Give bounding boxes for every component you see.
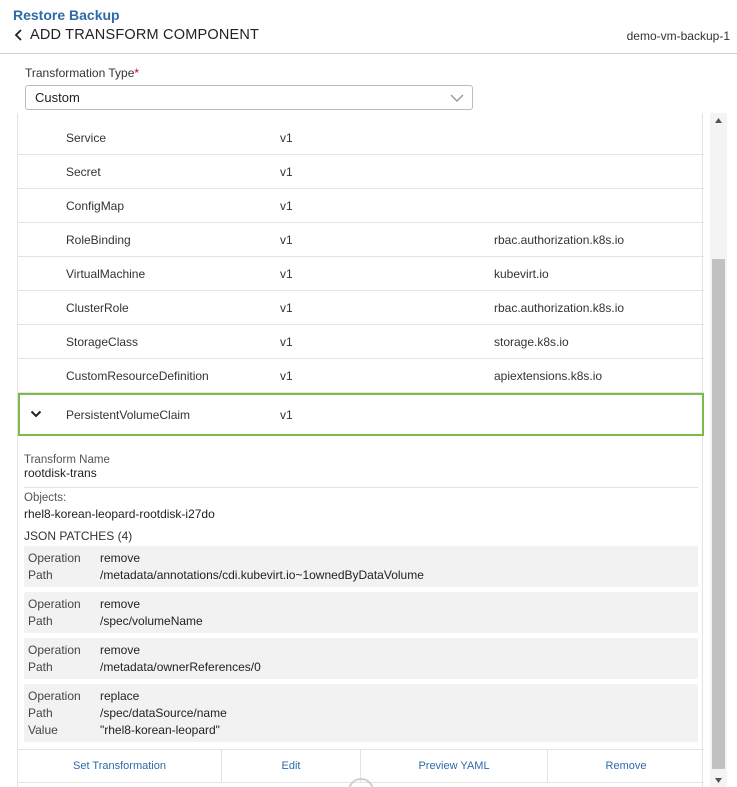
path-label: Path: [28, 660, 53, 674]
resource-kind: StorageClass: [66, 334, 139, 349]
transformation-type-label-text: Transformation Type: [25, 66, 135, 80]
backup-name: demo-vm-backup-1: [626, 29, 730, 43]
operation-label: Operation: [28, 689, 81, 703]
json-patch-item: Operation remove Path /metadata/annotati…: [24, 546, 698, 587]
resource-version: v1: [280, 130, 293, 145]
resource-row[interactable]: ClusterRole v1 rbac.authorization.k8s.io: [18, 291, 704, 325]
divider: [24, 487, 698, 488]
resource-panel: Service v1 Secret v1 ConfigMap v1 RoleBi…: [17, 113, 704, 787]
resource-row[interactable]: StorageClass v1 storage.k8s.io: [18, 325, 704, 359]
vertical-scrollbar[interactable]: [710, 113, 727, 787]
operation-value: remove: [100, 551, 141, 565]
page-header: Restore Backup ADD TRANSFORM COMPONENT d…: [0, 0, 737, 54]
transformation-type-label: Transformation Type*: [25, 66, 139, 80]
resource-version: v1: [280, 266, 293, 281]
resource-version: v1: [280, 198, 293, 213]
path-label: Path: [28, 706, 53, 720]
resource-group: apiextensions.k8s.io: [494, 368, 603, 383]
chevron-down-icon: [450, 92, 464, 104]
resource-version: v1: [280, 232, 293, 247]
path-label: Path: [28, 614, 53, 628]
path-value: /metadata/annotations/cdi.kubevirt.io~1o…: [100, 568, 424, 582]
transform-name-label: Transform Name: [24, 454, 110, 466]
resource-version: v1: [280, 407, 293, 422]
chevron-left-icon[interactable]: [11, 27, 25, 43]
json-patch-item: Operation replace Path /spec/dataSource/…: [24, 684, 698, 742]
resource-kind: VirtualMachine: [66, 266, 146, 281]
page-title: ADD TRANSFORM COMPONENT: [30, 27, 260, 43]
objects-value: rhel8-korean-leopard-rootdisk-i27do: [24, 507, 215, 521]
breadcrumb-restore-backup[interactable]: Restore Backup: [13, 7, 120, 23]
scroll-area[interactable]: Service v1 Secret v1 ConfigMap v1 RoleBi…: [0, 113, 737, 787]
path-value: /metadata/ownerReferences/0: [100, 660, 261, 674]
json-patch-item: Operation remove Path /spec/volumeName: [24, 592, 698, 633]
transformation-type-select[interactable]: Custom: [25, 85, 473, 110]
operation-value: replace: [100, 689, 140, 703]
resource-group: rbac.authorization.k8s.io: [494, 300, 625, 315]
operation-label: Operation: [28, 643, 81, 657]
resource-kind: Secret: [66, 164, 101, 179]
transform-name-value: rootdisk-trans: [24, 466, 97, 480]
value-label: Value: [28, 723, 58, 737]
edit-button[interactable]: Edit: [222, 750, 361, 782]
title-row: ADD TRANSFORM COMPONENT: [11, 27, 259, 43]
operation-value: remove: [100, 597, 141, 611]
resource-row[interactable]: VirtualMachine v1 kubevirt.io: [18, 257, 704, 291]
resource-row[interactable]: Service v1: [18, 121, 704, 155]
scrollbar-thumb[interactable]: [712, 259, 725, 769]
resource-version: v1: [280, 300, 293, 315]
resource-row[interactable]: Secret v1: [18, 155, 704, 189]
required-mark: *: [134, 66, 140, 80]
json-patches-label: JSON PATCHES (4): [24, 529, 133, 543]
resource-kind: Service: [66, 130, 107, 145]
path-value: /spec/dataSource/name: [100, 706, 227, 720]
resource-kind: ClusterRole: [66, 300, 129, 315]
scroll-down-arrow-icon[interactable]: [710, 773, 727, 787]
resource-kind: CustomResourceDefinition: [66, 368, 209, 383]
operation-label: Operation: [28, 551, 81, 565]
chevron-down-icon[interactable]: [30, 408, 42, 420]
scroll-up-arrow-icon[interactable]: [710, 113, 727, 127]
operation-value: remove: [100, 643, 141, 657]
json-patch-item: Operation remove Path /metadata/ownerRef…: [24, 638, 698, 679]
path-value: /spec/volumeName: [100, 614, 203, 628]
resource-group: rbac.authorization.k8s.io: [494, 232, 625, 247]
resource-kind: RoleBinding: [66, 232, 131, 247]
value-value: "rhel8-korean-leopard": [100, 723, 220, 737]
resource-row[interactable]: CustomResourceDefinition v1 apiextension…: [18, 359, 704, 393]
path-label: Path: [28, 568, 53, 582]
resource-group: storage.k8s.io: [494, 334, 569, 349]
resource-kind: ConfigMap: [66, 198, 125, 213]
resource-version: v1: [280, 334, 293, 349]
remove-button[interactable]: Remove: [548, 750, 704, 782]
set-transformation-button[interactable]: Set Transformation: [18, 750, 222, 782]
resource-row[interactable]: RoleBinding v1 rbac.authorization.k8s.io: [18, 223, 704, 257]
transform-name-block: Transform Name rootdisk-trans: [24, 454, 698, 480]
resource-version: v1: [280, 368, 293, 383]
resource-group: kubevirt.io: [494, 266, 549, 281]
resource-row[interactable]: ConfigMap v1: [18, 189, 704, 223]
preview-yaml-button[interactable]: Preview YAML: [361, 750, 548, 782]
resource-kind: PersistentVolumeClaim: [66, 407, 191, 422]
resource-version: v1: [280, 164, 293, 179]
objects-label: Objects:: [24, 492, 67, 504]
transformation-type-value: Custom: [35, 90, 80, 105]
resource-row-selected[interactable]: PersistentVolumeClaim v1: [18, 393, 704, 436]
objects-block: Objects: rhel8-korean-leopard-rootdisk-i…: [24, 492, 698, 521]
operation-label: Operation: [28, 597, 81, 611]
